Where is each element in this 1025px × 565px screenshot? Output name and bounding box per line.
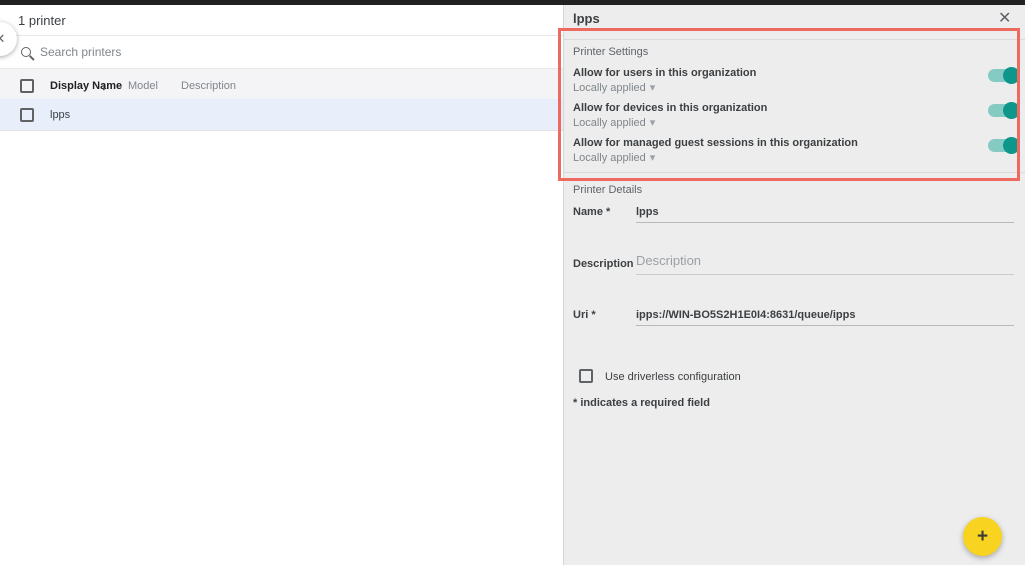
printer-count-label: 1 printer	[18, 13, 66, 28]
panel-title: lpps	[573, 11, 600, 26]
column-model[interactable]: Model	[128, 80, 158, 92]
description-field-label: Description	[573, 258, 634, 270]
plus-icon: +	[977, 527, 988, 546]
required-field-note: * indicates a required field	[573, 397, 710, 409]
scope-text: Locally applied	[573, 117, 646, 129]
driverless-checkbox[interactable]	[579, 369, 593, 383]
top-bar	[0, 0, 1025, 5]
close-icon[interactable]: ✕	[998, 8, 1011, 28]
search-icon	[21, 47, 31, 57]
scope-text: Locally applied	[573, 152, 646, 164]
divider	[564, 172, 1025, 173]
printer-name-cell: lpps	[50, 109, 70, 121]
chevron-down-icon: ▾	[650, 152, 656, 164]
toggle-knob	[1003, 102, 1020, 119]
description-input[interactable]	[636, 253, 1011, 268]
input-underline	[636, 325, 1014, 326]
driverless-checkbox-label: Use driverless configuration	[605, 371, 741, 383]
chevron-down-icon: ▾	[650, 117, 656, 129]
scope-text: Locally applied	[573, 82, 646, 94]
chevron-down-icon: ▾	[650, 82, 656, 94]
toggle-label-users: Allow for users in this organization	[573, 67, 756, 79]
toggle-allow-devices[interactable]	[988, 104, 1018, 117]
toggle-knob	[1003, 67, 1020, 84]
toggle-label-devices: Allow for devices in this organization	[573, 102, 767, 114]
column-display-name[interactable]: Display Name	[50, 80, 122, 92]
printer-settings-heading: Printer Settings	[573, 46, 648, 58]
table-header: Display Name ↓ Model Description	[0, 69, 563, 103]
toggle-label-guest-sessions: Allow for managed guest sessions in this…	[573, 137, 858, 149]
toggle-knob	[1003, 137, 1020, 154]
toggle-allow-users[interactable]	[988, 69, 1018, 82]
toggle-scope-devices[interactable]: Locally applied ▾	[573, 116, 655, 129]
select-all-checkbox[interactable]	[20, 79, 34, 93]
toggle-scope-guest-sessions[interactable]: Locally applied ▾	[573, 151, 655, 164]
printer-detail-panel: lpps ✕ Printer Settings Allow for users …	[563, 5, 1025, 565]
add-printer-button[interactable]: +	[963, 517, 1002, 556]
table-row[interactable]: lpps	[0, 99, 563, 131]
input-underline	[636, 222, 1014, 223]
printer-list-panel: 1 printer ✕ Display Name ↓ Model Descrip…	[0, 5, 563, 565]
row-checkbox[interactable]	[20, 108, 34, 122]
sort-descending-icon[interactable]: ↓	[101, 79, 107, 93]
close-icon: ✕	[0, 31, 5, 47]
toggle-scope-users[interactable]: Locally applied ▾	[573, 81, 655, 94]
name-field-label: Name *	[573, 206, 610, 218]
input-underline	[636, 274, 1014, 275]
column-description[interactable]: Description	[181, 80, 236, 92]
toggle-allow-guest-sessions[interactable]	[988, 139, 1018, 152]
name-field-value[interactable]: lpps	[636, 206, 659, 218]
divider	[564, 39, 1025, 40]
search-bar[interactable]	[0, 36, 563, 68]
printer-details-heading: Printer Details	[573, 184, 642, 196]
uri-field-value[interactable]: ipps://WIN-BO5S2H1E0I4:8631/queue/ipps	[636, 309, 855, 321]
uri-field-label: Uri *	[573, 309, 596, 321]
search-input[interactable]	[40, 45, 520, 59]
